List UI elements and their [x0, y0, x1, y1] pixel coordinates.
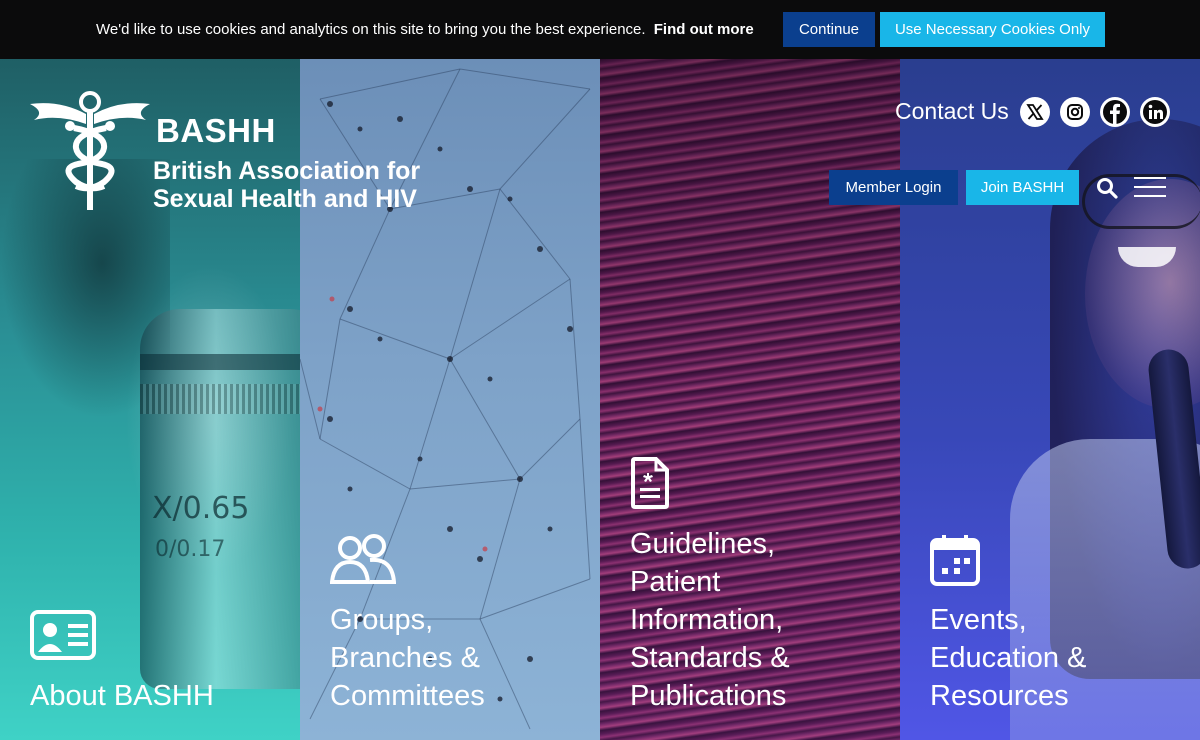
panel-guidelines[interactable]: Guidelines, Patient Information, Standar… — [600, 59, 900, 740]
panel-title-guidelines[interactable]: Guidelines, Patient Information, Standar… — [630, 525, 790, 715]
caduceus-icon[interactable] — [30, 90, 150, 212]
linkedin-icon[interactable] — [1140, 97, 1170, 127]
logo-tagline-2: Sexual Health and HIV — [153, 185, 417, 213]
logo-tagline-1: British Association for — [153, 157, 421, 185]
cookie-banner: We'd like to use cookies and analytics o… — [0, 0, 1200, 59]
search-icon[interactable] — [1095, 176, 1119, 200]
panel-title-line: Branches & — [330, 642, 480, 674]
lens-ridges — [140, 384, 300, 414]
panel-title-line: Standards & — [630, 642, 790, 674]
cookie-message: We'd like to use cookies and analytics o… — [96, 21, 754, 38]
hamburger-menu-icon[interactable] — [1134, 177, 1166, 199]
panel-events[interactable]: Events, Education & Resources — [900, 59, 1200, 740]
lens-ring — [140, 354, 300, 370]
panel-title-line: Education & — [930, 642, 1087, 674]
panel-title-line: Patient — [630, 566, 721, 598]
panel-title-line: About BASHH — [30, 680, 214, 712]
lens-marking-sub: 0/0.17 — [155, 537, 226, 562]
panel-title-line: Events, — [930, 604, 1027, 636]
calendar-icon — [930, 535, 980, 586]
join-button[interactable]: Join BASHH — [966, 170, 1079, 205]
cookie-message-text: We'd like to use cookies and analytics o… — [96, 21, 646, 38]
document-medical-icon — [631, 457, 669, 509]
facebook-icon[interactable] — [1100, 97, 1130, 127]
panel-title-line: Committees — [330, 680, 485, 712]
panel-title-line: Information, — [630, 604, 784, 636]
find-out-more-link[interactable]: Find out more — [654, 21, 754, 38]
continue-button[interactable]: Continue — [783, 12, 875, 47]
panel-title-line: Resources — [930, 680, 1069, 712]
lens-marking: X/0.65 — [152, 491, 250, 526]
instagram-icon[interactable] — [1060, 97, 1090, 127]
panel-title-line: Groups, — [330, 604, 434, 636]
contact-us-link[interactable]: Contact Us — [895, 98, 1009, 125]
necessary-cookies-button[interactable]: Use Necessary Cookies Only — [880, 12, 1105, 47]
panel-title-events[interactable]: Events, Education & Resources — [930, 601, 1086, 715]
users-icon — [330, 534, 396, 584]
member-login-button[interactable]: Member Login — [829, 170, 958, 205]
logo-name[interactable]: BASHH — [156, 112, 276, 150]
panel-title-groups[interactable]: Groups, Branches & Committees — [330, 601, 485, 715]
x-icon[interactable] — [1020, 97, 1050, 127]
panel-title-line: Publications — [630, 680, 787, 712]
id-card-icon — [30, 610, 96, 660]
panel-title-line: Guidelines, — [630, 528, 776, 560]
panel-title-about[interactable]: About BASHH — [30, 677, 214, 715]
